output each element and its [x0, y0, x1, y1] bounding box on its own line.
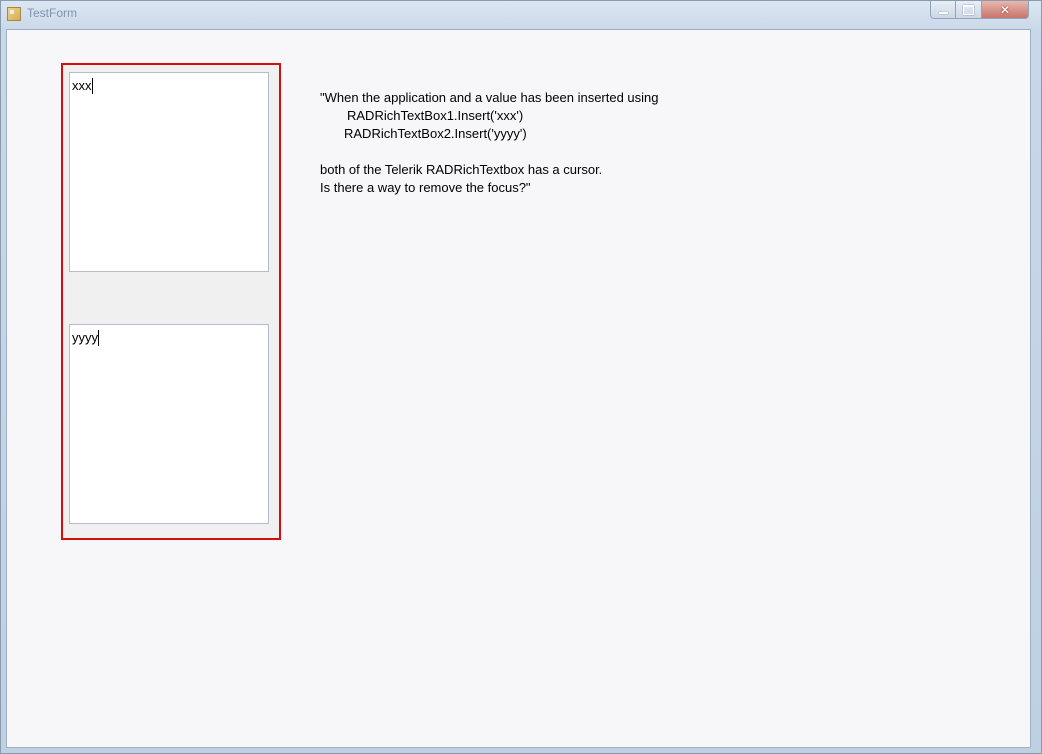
description-line-1: "When the application and a value has be… — [320, 90, 659, 105]
minimize-icon — [938, 11, 948, 14]
title-bar[interactable]: TestForm ✕ — [1, 1, 1041, 27]
close-button[interactable]: ✕ — [982, 1, 1029, 19]
description-label: "When the application and a value has be… — [320, 89, 760, 197]
rich-textbox-2[interactable]: yyyy — [69, 324, 269, 524]
description-line-4: both of the Telerik RADRichTextbox has a… — [320, 162, 603, 177]
window-title: TestForm — [27, 6, 78, 20]
minimize-button[interactable] — [930, 1, 956, 19]
description-line-2: RADRichTextBox1.Insert('xxx') — [347, 108, 524, 123]
rich-textbox-2-content: yyyy — [72, 330, 98, 345]
rich-textbox-1[interactable]: xxx — [69, 72, 269, 272]
maximize-icon — [963, 4, 974, 15]
close-icon: ✕ — [999, 2, 1011, 17]
text-cursor — [91, 78, 93, 94]
testform-window: TestForm ✕ xxx yyyy "When the applicatio… — [0, 0, 1042, 754]
app-icon[interactable] — [7, 7, 21, 21]
form-client-area: xxx yyyy "When the application and a val… — [6, 29, 1031, 748]
rich-textbox-1-content: xxx — [72, 78, 92, 93]
caption-buttons: ✕ — [930, 1, 1029, 21]
maximize-button[interactable] — [956, 1, 982, 19]
text-cursor — [98, 330, 99, 346]
highlighted-textbox-panel: xxx yyyy — [61, 63, 281, 540]
description-line-5: Is there a way to remove the focus?" — [320, 180, 531, 195]
description-line-3: RADRichTextBox2.Insert('yyyy') — [344, 126, 527, 141]
